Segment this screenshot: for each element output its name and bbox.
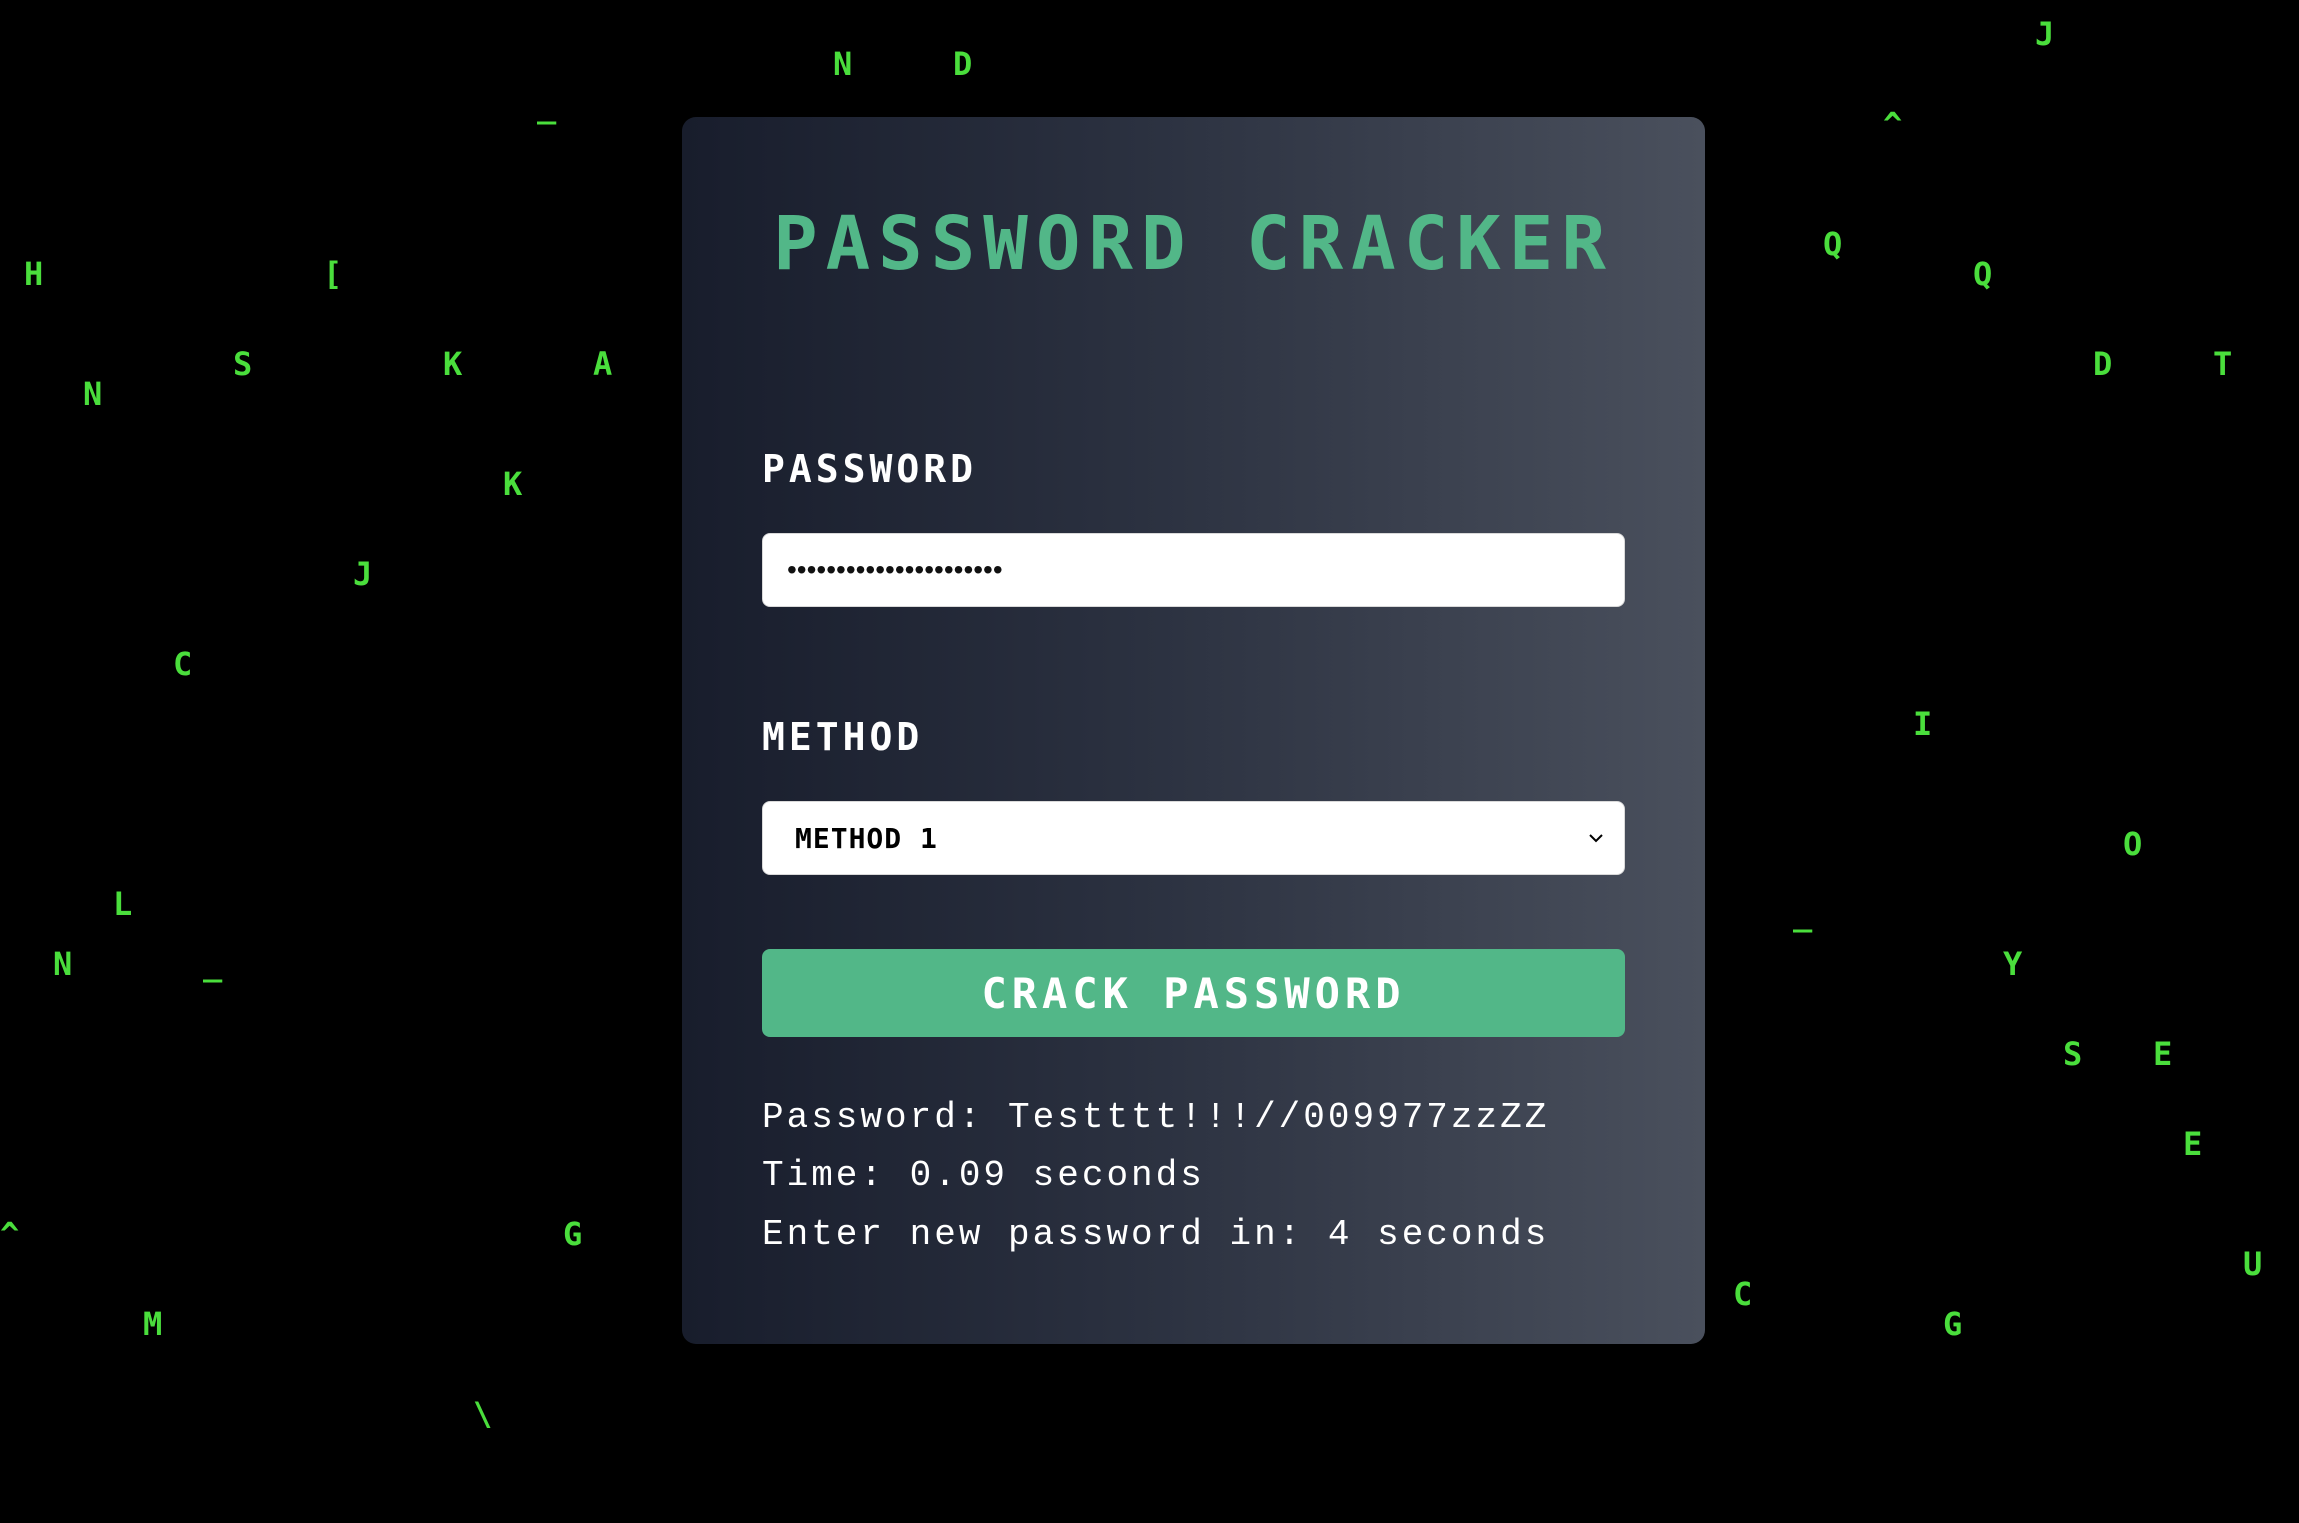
falling-char: O — [2123, 825, 2143, 863]
falling-char: E — [2183, 1125, 2203, 1163]
falling-char: ^ — [0, 1215, 20, 1253]
falling-char: K — [503, 465, 523, 503]
method-select[interactable]: METHOD 1 — [762, 801, 1625, 875]
chevron-down-icon — [1589, 834, 1603, 843]
page-title: PASSWORD CRACKER — [773, 201, 1614, 287]
falling-char: H — [24, 255, 44, 293]
falling-char: _ — [1793, 895, 1813, 933]
cracker-card: PASSWORD CRACKER PASSWORD METHOD METHOD … — [682, 117, 1705, 1344]
result-password: Password: Testttt!!!//009977zzZZ — [762, 1097, 1550, 1138]
falling-char: L — [113, 885, 133, 923]
falling-char: ^ — [1883, 105, 1903, 143]
falling-char: Q — [1823, 225, 1843, 263]
password-input[interactable] — [762, 533, 1625, 607]
falling-char: N — [83, 375, 103, 413]
falling-char: J — [2035, 15, 2055, 53]
falling-char: S — [233, 345, 253, 383]
crack-password-button[interactable]: CRACK PASSWORD — [762, 949, 1625, 1037]
falling-char: _ — [203, 945, 223, 983]
falling-char: I — [1913, 705, 1933, 743]
falling-char: K — [443, 345, 463, 383]
falling-char: [ — [323, 255, 343, 293]
falling-char: G — [1943, 1305, 1963, 1343]
falling-char: N — [833, 45, 853, 83]
falling-char: A — [593, 345, 613, 383]
falling-char: N — [53, 945, 73, 983]
falling-char: D — [2093, 345, 2113, 383]
falling-char: C — [173, 645, 193, 683]
result-countdown: Enter new password in: 4 seconds — [762, 1214, 1550, 1255]
method-select-value: METHOD 1 — [795, 822, 938, 855]
method-label: METHOD — [762, 715, 924, 759]
result-time: Time: 0.09 seconds — [762, 1155, 1205, 1196]
falling-char: \ — [473, 1395, 493, 1433]
falling-char: G — [563, 1215, 583, 1253]
password-label: PASSWORD — [762, 447, 978, 491]
falling-char: M — [143, 1305, 163, 1343]
falling-char: T — [2213, 345, 2233, 383]
falling-char: C — [1733, 1275, 1753, 1313]
falling-char: Y — [2003, 945, 2023, 983]
falling-char: D — [953, 45, 973, 83]
falling-char: J — [353, 555, 373, 593]
falling-char: _ — [537, 87, 557, 125]
falling-char: Q — [1973, 255, 1993, 293]
falling-char: S — [2063, 1035, 2083, 1073]
falling-char: U — [2243, 1245, 2263, 1283]
falling-char: E — [2153, 1035, 2173, 1073]
